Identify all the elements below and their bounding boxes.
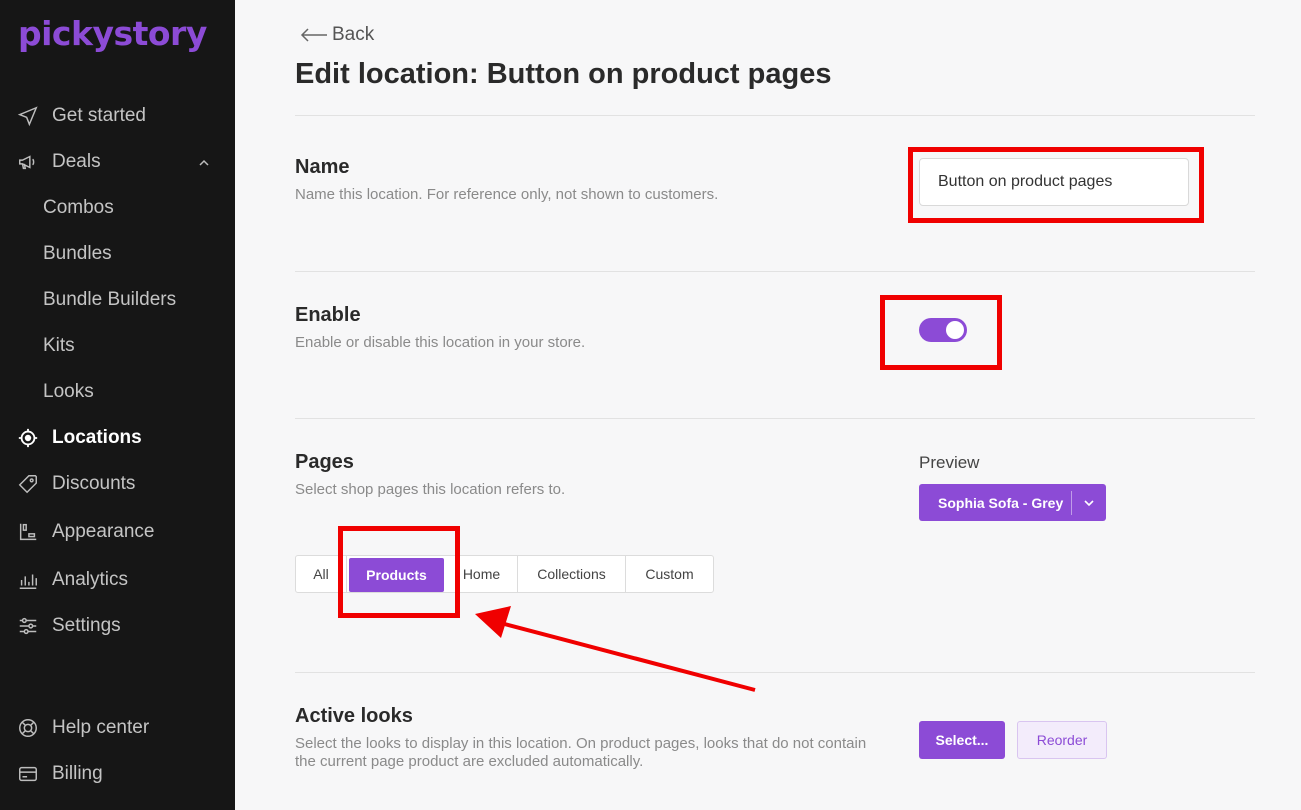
sidebar-item-combos[interactable]: Combos [0,190,235,226]
sidebar-item-label: Bundle Builders [43,289,177,310]
sidebar-item-help-center[interactable]: Help center [0,710,235,746]
arrow-left-icon [300,28,327,42]
highlight-box-products-tab [338,526,460,618]
name-section-desc: Name this location. For reference only, … [295,186,719,203]
sidebar-item-label: Get started [52,105,146,126]
sidebar-item-bundle-builders[interactable]: Bundle Builders [0,282,235,318]
active-looks-desc-line1: Select the looks to display in this loca… [295,735,867,752]
sidebar-item-settings[interactable]: Settings [0,608,235,644]
enable-section-title: Enable [295,304,361,326]
main-content: Back Edit location: Button on product pa… [235,0,1301,810]
sidebar-item-kits[interactable]: Kits [0,328,235,364]
highlight-box-enable [880,295,1002,370]
divider [295,672,1255,673]
sidebar-item-locations[interactable]: Locations [0,420,235,456]
sidebar-item-label: Bundles [43,243,112,264]
sidebar-item-label: Discounts [52,473,136,494]
sidebar-item-analytics[interactable]: Analytics [0,562,235,598]
sliders-icon [17,615,39,637]
enable-section-desc: Enable or disable this location in your … [295,334,586,351]
name-section-title: Name [295,156,350,178]
pickystory-logo[interactable]: pickystory [18,14,207,53]
pages-section-desc: Select shop pages this location refers t… [295,481,566,498]
pages-section-title: Pages [295,451,354,473]
tab-collections[interactable]: Collections [518,556,626,592]
sidebar-item-deals[interactable]: Deals [0,144,235,180]
preview-selected-value: Sophia Sofa - Grey [938,494,1064,511]
back-link[interactable]: Back [300,24,374,46]
credit-card-icon [17,763,39,785]
preview-product-select[interactable]: Sophia Sofa - Grey [919,484,1106,521]
chevron-down-icon[interactable] [1072,496,1106,510]
sidebar-item-label: Kits [43,335,75,356]
active-looks-section-title: Active looks [295,705,413,727]
page-title: Edit location: Button on product pages [295,58,832,90]
sidebar-item-label: Analytics [52,569,129,590]
lifebuoy-icon [17,717,39,739]
divider [295,271,1255,272]
sidebar-item-label: Combos [43,197,114,218]
sidebar-item-label: Settings [52,615,121,636]
sidebar-item-discounts[interactable]: Discounts [0,466,235,502]
sidebar-item-label: Billing [52,763,103,784]
sidebar-item-label: Looks [43,381,94,402]
sidebar-item-label: Locations [52,427,142,448]
tab-custom[interactable]: Custom [626,556,713,592]
tag-icon [17,473,39,495]
sidebar-item-label: Deals [52,151,101,172]
location-target-icon [17,427,39,449]
sidebar-item-label: Help center [52,717,150,738]
active-looks-desc-line2: the current page product are excluded au… [295,753,644,770]
chevron-up-icon[interactable] [197,154,211,176]
select-looks-button[interactable]: Select... [919,721,1005,759]
megaphone-icon [17,151,39,173]
appearance-icon [17,521,39,543]
sidebar-item-appearance[interactable]: Appearance [0,514,235,550]
divider [295,418,1255,419]
send-icon [17,105,39,127]
sidebar-item-billing[interactable]: Billing [0,756,235,792]
sidebar-item-get-started[interactable]: Get started [0,98,235,134]
sidebar-item-bundles[interactable]: Bundles [0,236,235,272]
preview-label: Preview [919,453,980,472]
reorder-looks-button[interactable]: Reorder [1017,721,1107,759]
divider [295,115,1255,116]
back-label: Back [332,24,375,45]
bar-chart-icon [17,569,39,591]
highlight-box-name [908,147,1204,223]
sidebar: pickystory Get started Deals Combos Bund… [0,0,235,810]
sidebar-item-label: Appearance [52,521,155,542]
sidebar-item-looks[interactable]: Looks [0,374,235,410]
